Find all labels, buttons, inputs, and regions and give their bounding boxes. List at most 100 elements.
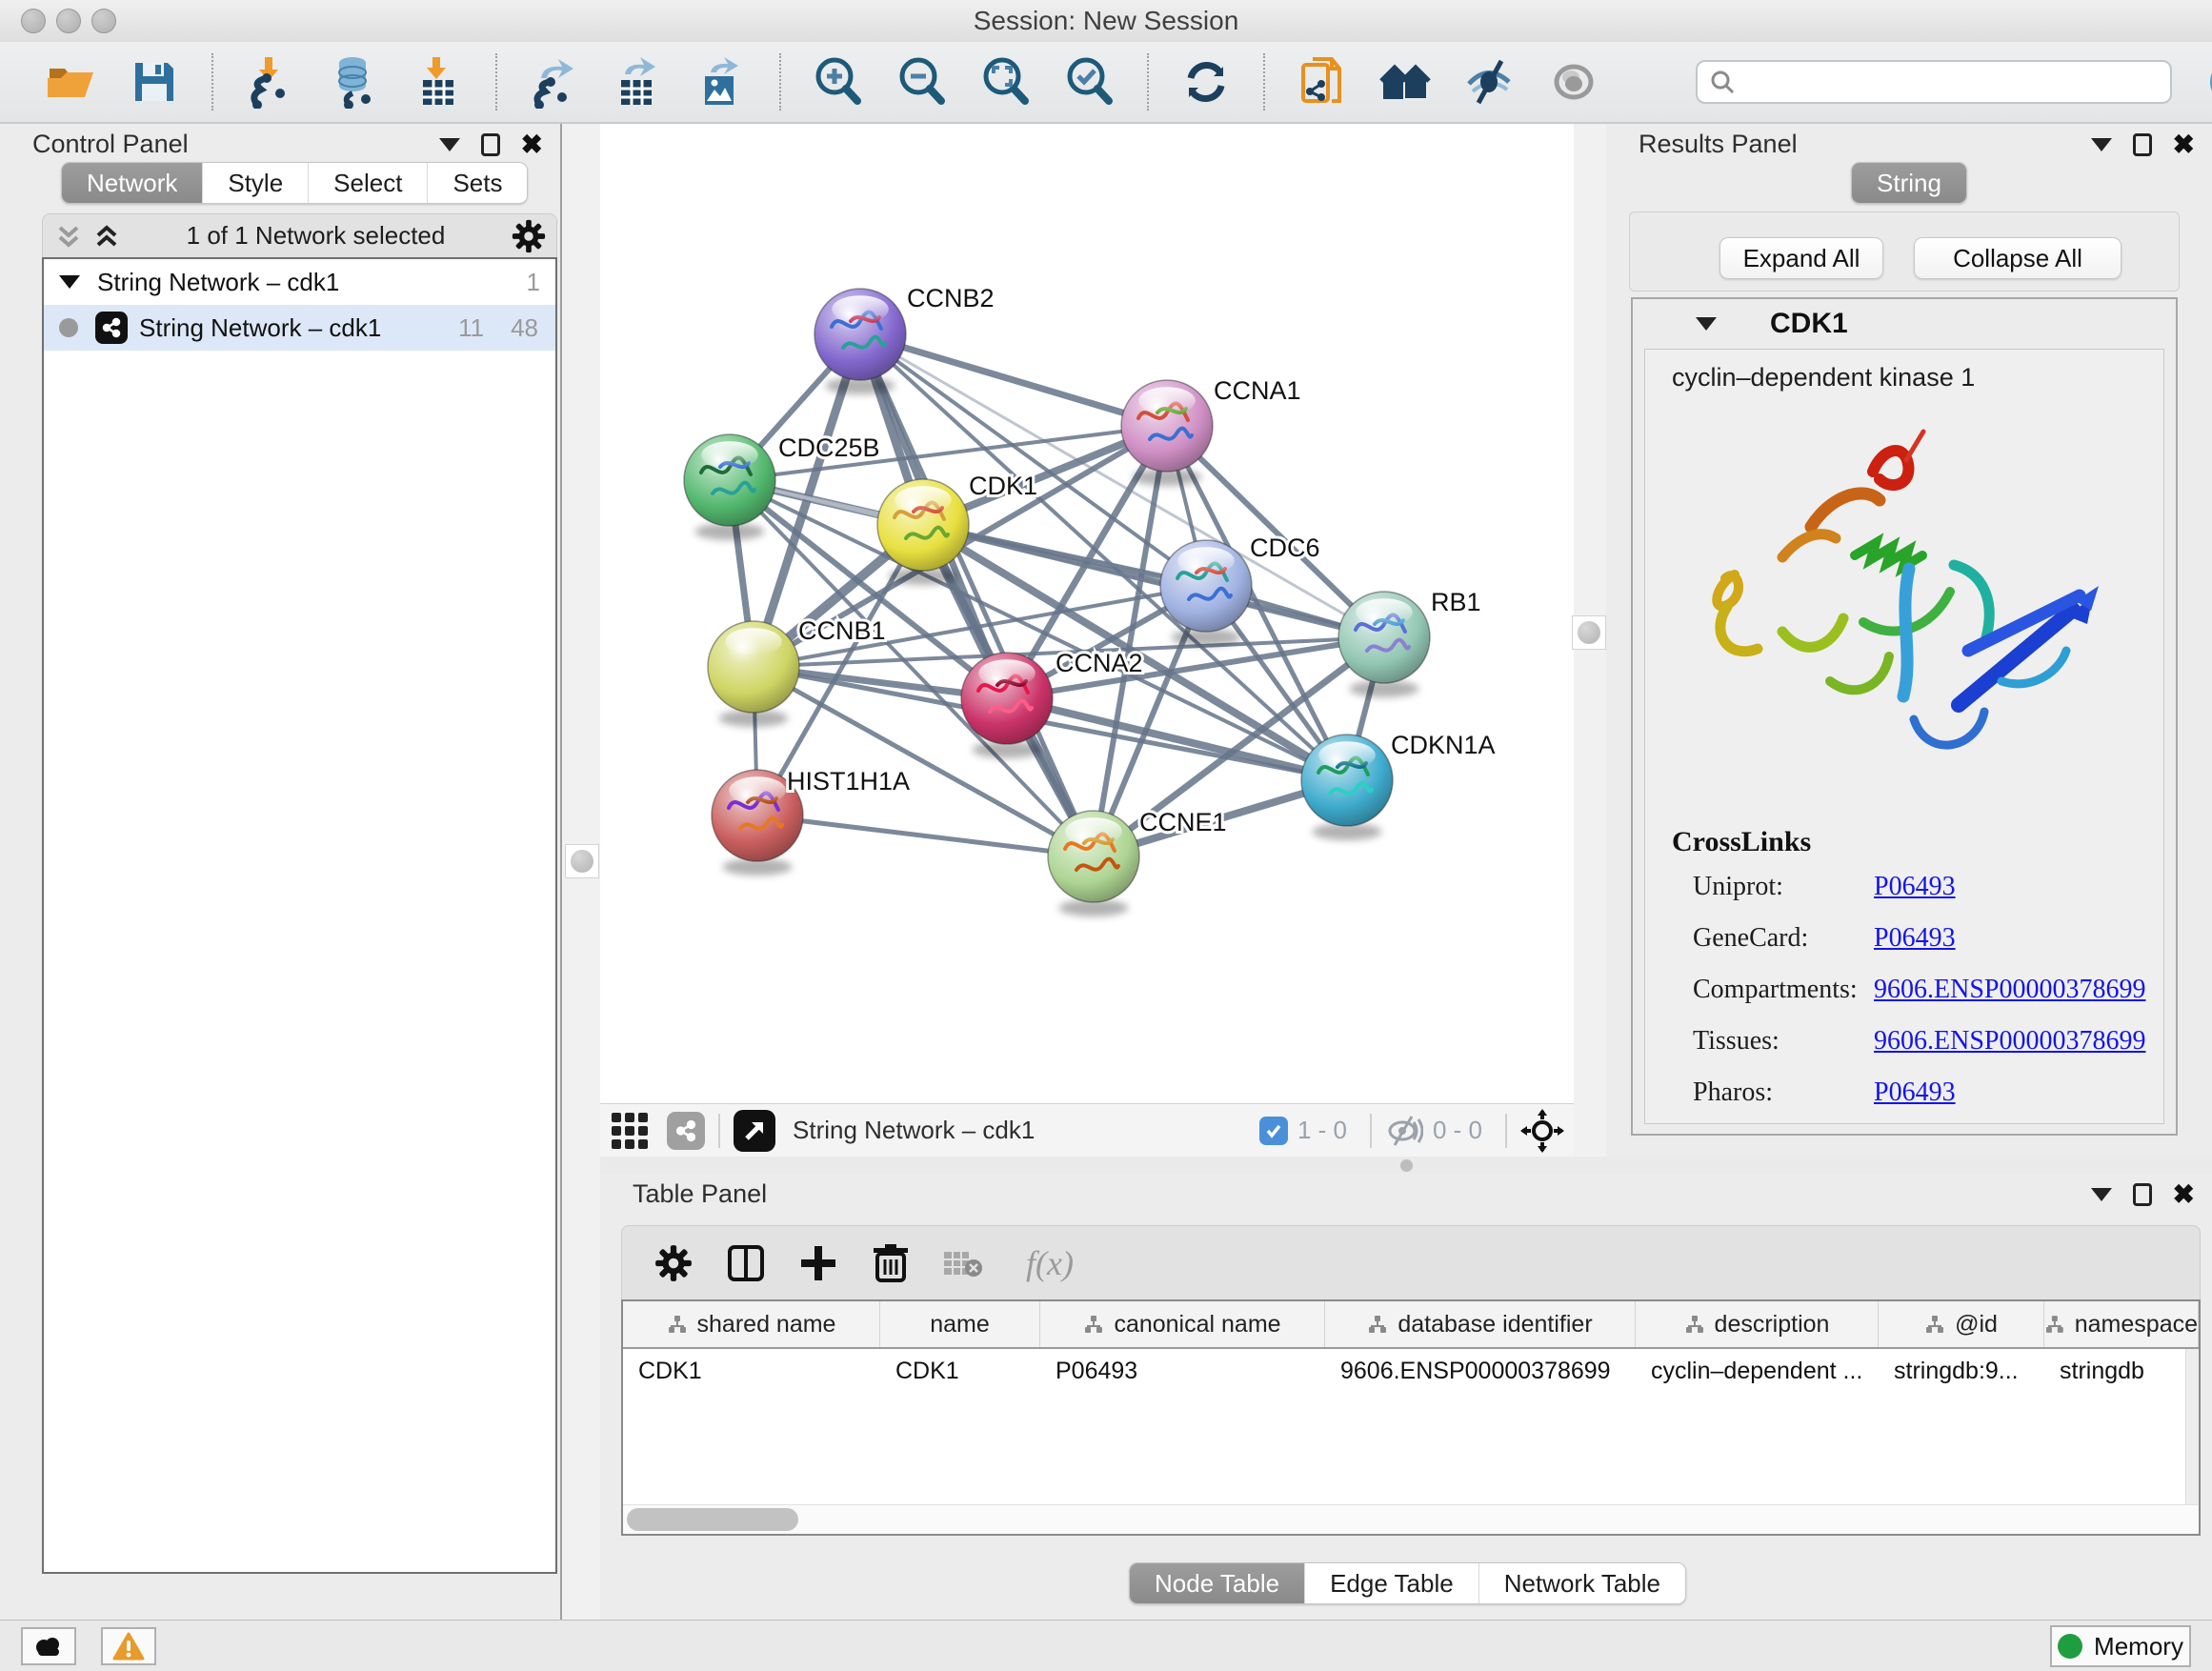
crosslink-link[interactable]: 9606.ENSP00000378699 xyxy=(1874,975,2145,1005)
table-cell[interactable]: cyclin–dependent ... xyxy=(1636,1349,1879,1393)
node-CCNE1[interactable] xyxy=(1048,811,1139,916)
open-session-button[interactable] xyxy=(36,48,105,116)
bottom-splitter[interactable] xyxy=(600,1157,2212,1174)
hidden-eye-slash-icon[interactable] xyxy=(1385,1115,1423,1147)
table-cell[interactable]: CDK1 xyxy=(880,1349,1040,1393)
float-panel-icon[interactable] xyxy=(2133,1183,2152,1206)
scrollbar-thumb[interactable] xyxy=(627,1508,798,1531)
node-CCNB1[interactable] xyxy=(708,621,799,727)
expand-all-networks-icon[interactable] xyxy=(92,222,121,251)
node-RB1[interactable] xyxy=(1338,592,1430,697)
export-image-button[interactable] xyxy=(688,48,756,116)
network-options-gear-icon[interactable] xyxy=(511,218,547,254)
birdseye-crosshair-icon[interactable] xyxy=(1520,1109,1564,1153)
node-CDC25B[interactable] xyxy=(684,434,775,540)
tab-node-table[interactable]: Node Table xyxy=(1130,1563,1305,1603)
string-view-icon[interactable] xyxy=(667,1112,705,1150)
create-column-button[interactable] xyxy=(790,1235,847,1292)
network-canvas[interactable]: CCNB2CCNA1CDC25BCDK1CDC6RB1CCNB1CCNA2CDK… xyxy=(600,124,1574,1103)
table-vertical-scrollbar[interactable] xyxy=(2185,1349,2199,1505)
collapse-panel-icon[interactable] xyxy=(2091,138,2112,151)
zoom-out-button[interactable] xyxy=(888,48,956,116)
detach-view-button[interactable] xyxy=(734,1110,775,1152)
section-collapse-icon[interactable] xyxy=(1696,317,1717,331)
show-columns-button[interactable] xyxy=(717,1235,774,1292)
bottom-splitter-handle[interactable] xyxy=(1400,1159,1413,1172)
share-document-button[interactable] xyxy=(1288,48,1357,116)
delete-column-button[interactable] xyxy=(862,1235,919,1292)
left-splitter[interactable] xyxy=(560,124,602,1620)
close-panel-icon[interactable]: ✖ xyxy=(521,133,543,156)
hide-selected-button[interactable] xyxy=(1456,48,1524,116)
crosslink-link[interactable]: P06493 xyxy=(1874,872,1956,902)
expand-all-button[interactable]: Expand All xyxy=(1719,237,1883,279)
edge-HIST1H1A-CCNE1[interactable] xyxy=(757,815,1094,856)
warnings-button[interactable] xyxy=(101,1627,156,1665)
tab-select[interactable]: Select xyxy=(309,163,428,203)
tab-edge-table[interactable]: Edge Table xyxy=(1305,1563,1479,1603)
column-header-shared-name[interactable]: shared name xyxy=(623,1301,880,1347)
node-CCNB2[interactable] xyxy=(814,289,906,394)
left-splitter-handle[interactable] xyxy=(565,844,599,878)
tab-sets[interactable]: Sets xyxy=(428,163,527,203)
edge-CCNB2-CCNA1[interactable] xyxy=(860,334,1167,426)
export-network-button[interactable] xyxy=(520,48,589,116)
refresh-button[interactable] xyxy=(1172,48,1240,116)
table-cell[interactable]: stringdb:9... xyxy=(1879,1349,2044,1393)
column-header-namespace[interactable]: namespace xyxy=(2044,1301,2199,1347)
float-panel-icon[interactable] xyxy=(2133,133,2152,156)
table-cell[interactable]: P06493 xyxy=(1040,1349,1325,1393)
search-input[interactable] xyxy=(1696,60,2172,104)
table-settings-button[interactable] xyxy=(645,1235,702,1292)
column-header-database-identifier[interactable]: database identifier xyxy=(1325,1301,1636,1347)
results-panel: Results Panel ✖ String Expand All Collap… xyxy=(1606,124,2212,1157)
function-builder-button[interactable]: f(x) xyxy=(1007,1235,1093,1292)
table-row[interactable]: CDK1CDK1P064939606.ENSP00000378699cyclin… xyxy=(623,1349,2199,1393)
collection-expand-icon[interactable] xyxy=(59,275,80,289)
delete-table-button[interactable] xyxy=(935,1235,992,1292)
table-cell[interactable]: 9606.ENSP00000378699 xyxy=(1325,1349,1636,1393)
table-horizontal-scrollbar[interactable] xyxy=(623,1504,2199,1534)
tab-network[interactable]: Network xyxy=(62,163,203,203)
import-network-button[interactable] xyxy=(236,48,305,116)
memory-button[interactable]: Memory xyxy=(2050,1625,2191,1667)
tab-network-table[interactable]: Network Table xyxy=(1479,1563,1685,1603)
column-header-@id[interactable]: @id xyxy=(1879,1301,2044,1347)
network-row-selected[interactable]: String Network – cdk1 11 48 xyxy=(44,305,555,351)
crosslink-link[interactable]: 9606.ENSP00000378699 xyxy=(1874,1026,2145,1057)
import-database-button[interactable] xyxy=(320,48,389,116)
column-header-name[interactable]: name xyxy=(880,1301,1040,1347)
protein-section-header[interactable]: CDK1 xyxy=(1633,299,2176,349)
cloud-status-button[interactable] xyxy=(21,1627,76,1665)
zoom-selected-button[interactable] xyxy=(1056,48,1124,116)
table-cell[interactable]: stringdb xyxy=(2044,1349,2199,1393)
tab-string[interactable]: String xyxy=(1852,163,1966,203)
import-table-button[interactable] xyxy=(404,48,473,116)
table-cell[interactable]: CDK1 xyxy=(623,1349,880,1393)
crosslink-link[interactable]: P06493 xyxy=(1874,1077,1956,1108)
save-session-button[interactable] xyxy=(120,48,189,116)
node-CDKN1A[interactable] xyxy=(1301,735,1393,840)
crosslink-link[interactable]: P06493 xyxy=(1874,923,1956,954)
tab-style[interactable]: Style xyxy=(203,163,309,203)
zoom-fit-button[interactable] xyxy=(972,48,1040,116)
close-panel-icon[interactable]: ✖ xyxy=(2173,1183,2195,1206)
home-button[interactable] xyxy=(1372,48,1440,116)
node-CCNA1[interactable] xyxy=(1121,380,1213,486)
zoom-in-button[interactable] xyxy=(804,48,873,116)
export-table-button[interactable] xyxy=(604,48,673,116)
grid-view-icon[interactable] xyxy=(610,1111,650,1151)
network-collection-row[interactable]: String Network – cdk1 1 xyxy=(44,259,555,305)
right-splitter-handle[interactable] xyxy=(1572,615,1606,650)
close-panel-icon[interactable]: ✖ xyxy=(2173,133,2195,156)
collapse-panel-icon[interactable] xyxy=(2091,1188,2112,1201)
column-header-canonical-name[interactable]: canonical name xyxy=(1040,1301,1325,1347)
show-all-button[interactable] xyxy=(1539,48,1608,116)
float-panel-icon[interactable] xyxy=(481,133,500,156)
selected-nodes-checkbox[interactable] xyxy=(1259,1117,1288,1145)
right-splitter[interactable] xyxy=(1574,124,1609,1157)
collapse-all-button[interactable]: Collapse All xyxy=(1914,237,2122,279)
collapse-all-networks-icon[interactable] xyxy=(54,222,83,251)
collapse-panel-icon[interactable] xyxy=(439,138,460,151)
column-header-description[interactable]: description xyxy=(1636,1301,1879,1347)
